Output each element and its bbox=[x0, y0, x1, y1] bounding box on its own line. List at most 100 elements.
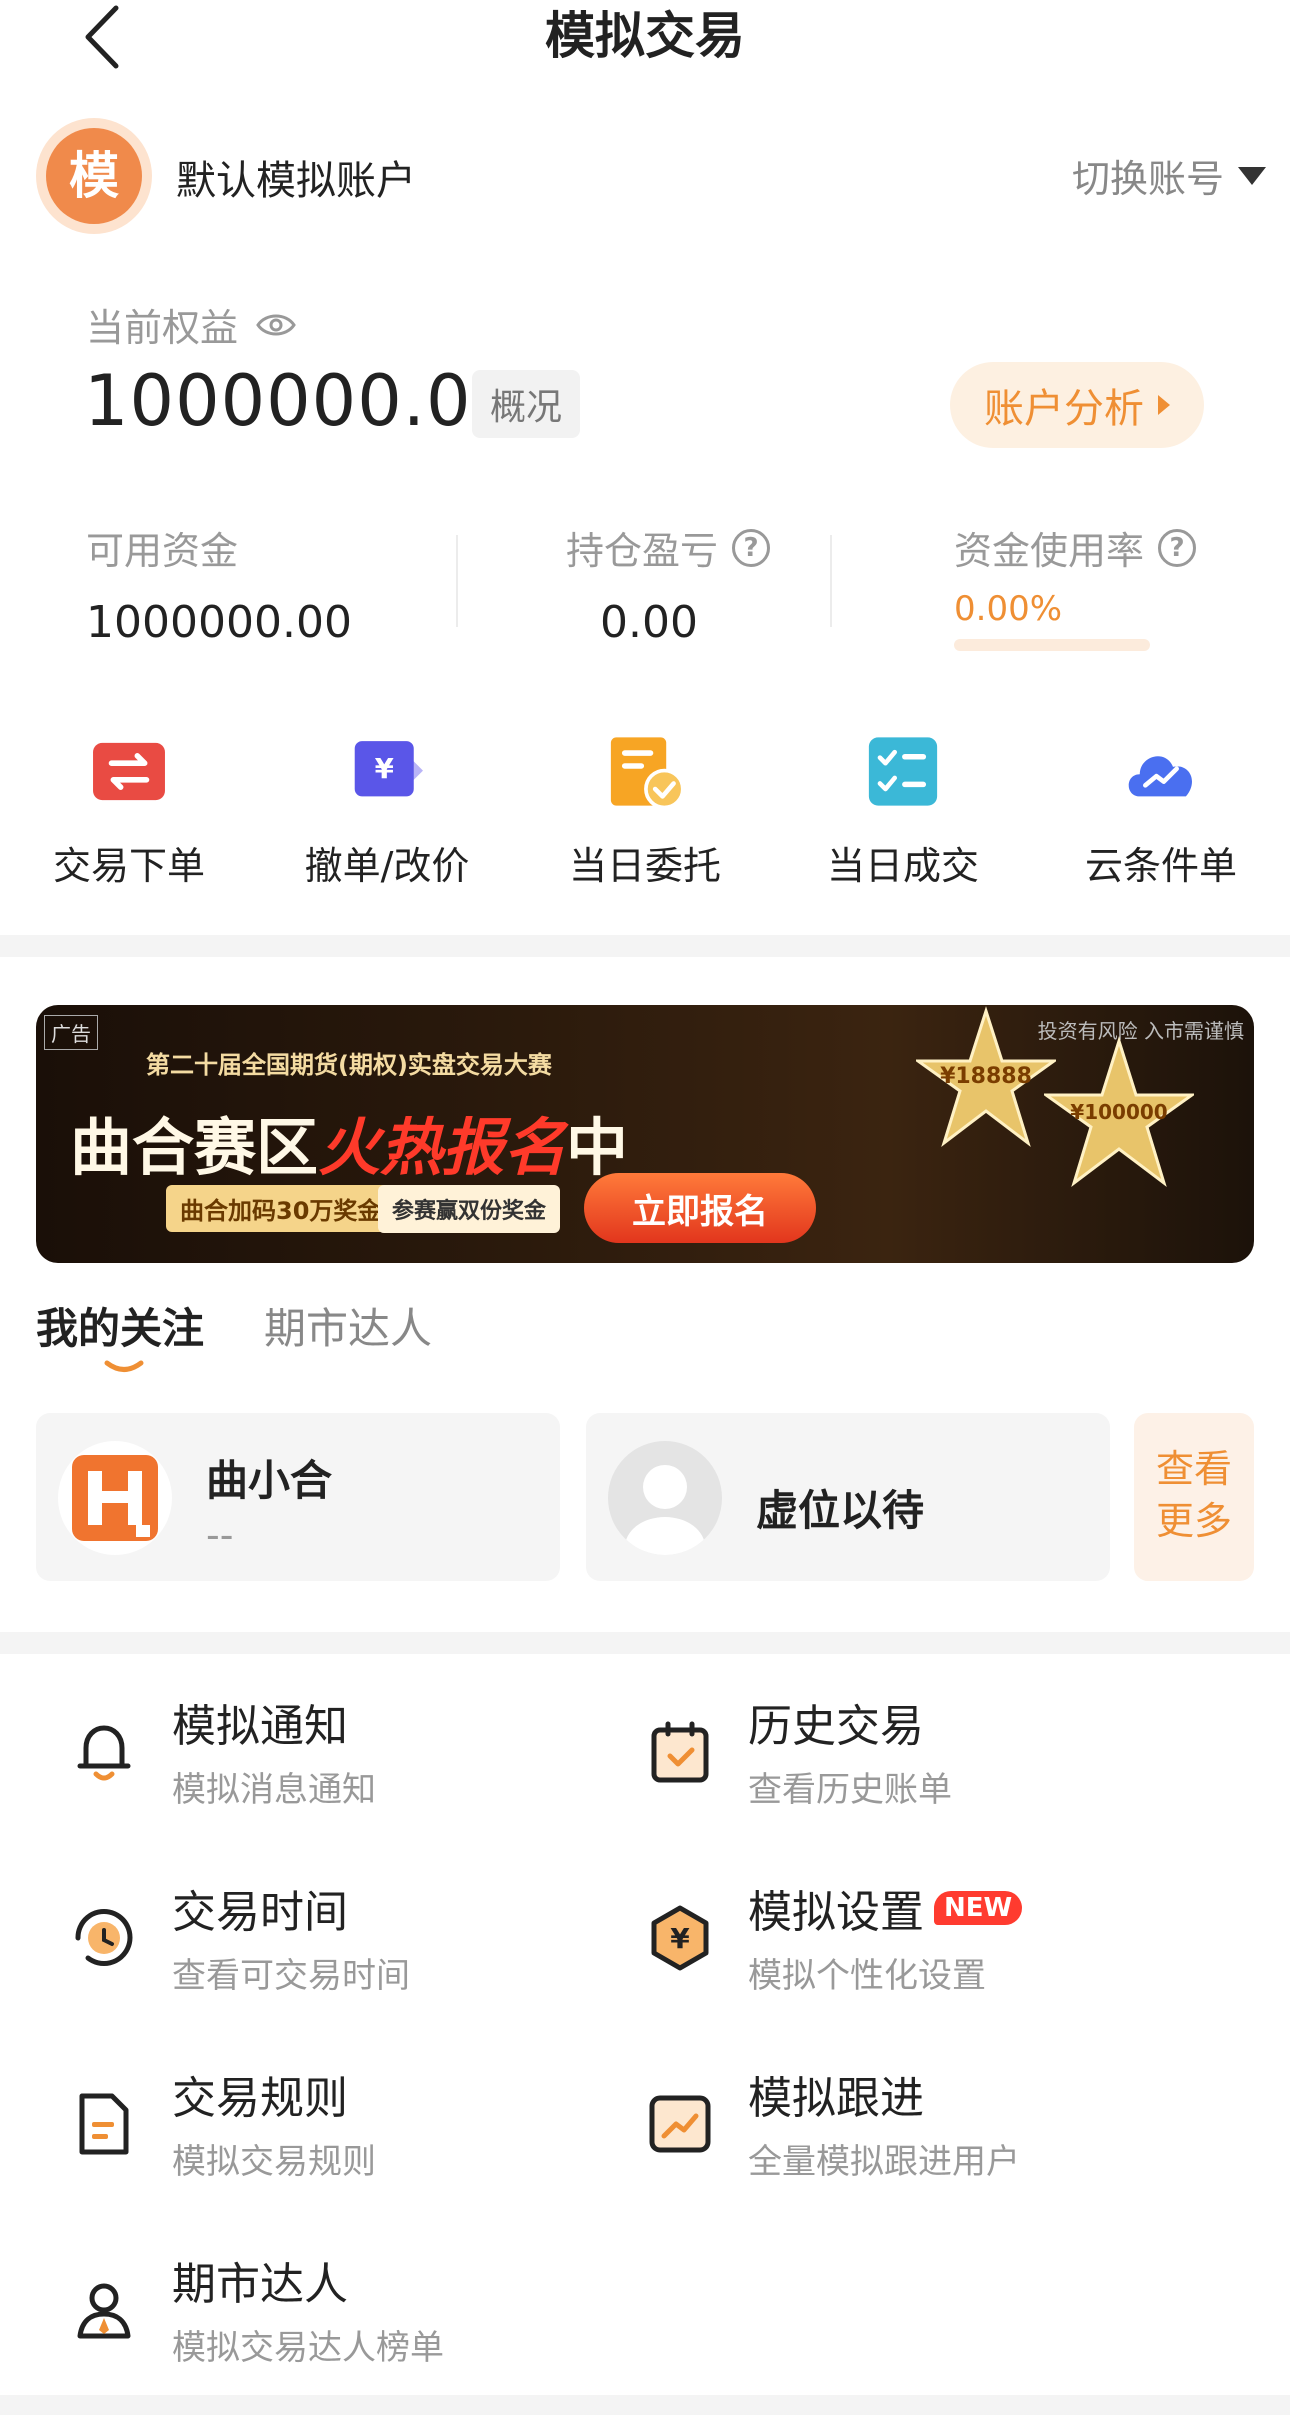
follow-name: 曲小合 bbox=[206, 1456, 333, 1505]
avatar bbox=[608, 1441, 722, 1555]
calendar-check-icon bbox=[651, 1721, 709, 1783]
banner-subtitle: 第二十届全国期货(期权)实盘交易大赛 bbox=[146, 1051, 552, 1079]
stat-available-funds: 可用资金 1000000.00 bbox=[86, 520, 352, 648]
top-bar: 模拟交易 bbox=[0, 0, 1290, 75]
overview-button[interactable]: 概况 bbox=[472, 370, 581, 438]
quick-action-label: 当日成交 bbox=[826, 844, 979, 888]
help-icon[interactable]: ? bbox=[1158, 528, 1197, 567]
headline-part: 火热报名 bbox=[318, 1111, 567, 1184]
menu-title: 交易时间 bbox=[172, 1887, 348, 1938]
quick-action-cloud-condition[interactable]: 云条件单 bbox=[1032, 730, 1290, 890]
menu-trading-rules[interactable]: 交易规则 模拟交易规则 bbox=[68, 2062, 628, 2202]
menu-subtitle: 全量模拟跟进用户 bbox=[748, 2142, 1020, 2182]
bell-icon bbox=[77, 1725, 131, 1781]
bonus-tag: 参赛赢双份奖金 bbox=[378, 1185, 561, 1233]
brand-logo-icon bbox=[72, 1455, 158, 1541]
avatar-char: 模 bbox=[46, 128, 142, 224]
account-name: 默认模拟账户 bbox=[176, 158, 416, 204]
menu-title: 期市达人 bbox=[172, 2259, 348, 2310]
tab-my-follow[interactable]: 我的关注 bbox=[36, 1295, 204, 1356]
stat-fund-usage: 资金使用率 ? 0.00% bbox=[954, 520, 1197, 651]
bonus-tag: 曲合加码30万奖金 bbox=[166, 1185, 396, 1232]
menu-futures-experts[interactable]: 期市达人 模拟交易达人榜单 bbox=[68, 2248, 628, 2388]
promo-banner[interactable]: 广告 投资有风险 入市需谨慎 第二十届全国期货(期权)实盘交易大赛 曲合赛区火热… bbox=[36, 1005, 1254, 1263]
prize-label: ¥18888 bbox=[940, 1064, 1032, 1089]
clock-icon bbox=[75, 1909, 133, 1966]
entrust-doc-icon bbox=[610, 737, 685, 810]
divider bbox=[830, 535, 832, 627]
prize-label: ¥100000 bbox=[1070, 1100, 1167, 1124]
quick-action-daily-entrust[interactable]: 当日委托 bbox=[516, 730, 774, 890]
section-divider bbox=[0, 935, 1290, 957]
quick-action-daily-deal[interactable]: 当日成交 bbox=[774, 730, 1032, 890]
follow-card[interactable]: 虚位以待 bbox=[586, 1413, 1110, 1581]
quick-action-cancel-modify[interactable]: ¥ 撤单/改价 bbox=[258, 730, 516, 890]
menu-title: 模拟设置 bbox=[748, 1887, 924, 1938]
avatar: 模 bbox=[36, 118, 152, 234]
quick-action-trade-order[interactable]: 交易下单 bbox=[0, 730, 258, 890]
view-more-button[interactable]: 查看 更多 bbox=[1134, 1413, 1254, 1581]
svg-text:¥: ¥ bbox=[375, 752, 394, 785]
menu-simulation-follow[interactable]: 模拟跟进 全量模拟跟进用户 bbox=[644, 2062, 1204, 2202]
follow-card[interactable]: 曲小合 -- bbox=[36, 1413, 560, 1581]
trophy-star-icon: ¥100000 bbox=[1044, 1036, 1194, 1187]
menu-title: 模拟跟进 bbox=[748, 2073, 924, 2124]
menu-title: 交易规则 bbox=[172, 2073, 348, 2124]
yuan-hex-icon: ¥ bbox=[651, 1905, 709, 1971]
user-placeholder-icon bbox=[625, 1465, 705, 1555]
account-row: 模 默认模拟账户 切换账号 bbox=[36, 118, 1266, 238]
account-analysis-label: 账户分析 bbox=[984, 386, 1144, 432]
switch-account-button[interactable]: 切换账号 bbox=[1072, 148, 1266, 203]
menu-subtitle: 模拟个性化设置 bbox=[748, 1956, 986, 1996]
banner-headline: 曲合赛区火热报名中 bbox=[70, 1097, 628, 1187]
menu-title-row: 模拟设置 NEW bbox=[748, 1876, 1023, 1940]
menu-subtitle: 模拟消息通知 bbox=[172, 1770, 376, 1810]
quick-action-label: 云条件单 bbox=[1084, 844, 1237, 888]
stat-label: 可用资金 bbox=[86, 529, 239, 573]
help-icon[interactable]: ? bbox=[732, 528, 771, 567]
divider bbox=[456, 535, 458, 627]
stat-label: 持仓盈亏 bbox=[566, 529, 719, 573]
svg-text:¥: ¥ bbox=[670, 1922, 690, 1955]
menu-simulation-settings[interactable]: ¥ 模拟设置 NEW 模拟个性化设置 bbox=[644, 1876, 1204, 2016]
menu-history-trades[interactable]: 历史交易 查看历史账单 bbox=[644, 1690, 1204, 1830]
menu-title: 模拟通知 bbox=[172, 1701, 348, 1752]
menu-subtitle: 模拟交易达人榜单 bbox=[172, 2328, 444, 2368]
page-title: 模拟交易 bbox=[545, 7, 745, 65]
person-icon bbox=[77, 2283, 131, 2339]
eye-icon[interactable] bbox=[256, 311, 296, 339]
signup-button[interactable]: 立即报名 bbox=[584, 1173, 816, 1243]
exchange-icon bbox=[93, 742, 165, 801]
trend-icon bbox=[649, 2095, 711, 2153]
tab-futures-experts[interactable]: 期市达人 bbox=[264, 1295, 432, 1356]
follow-name: 虚位以待 bbox=[756, 1486, 925, 1535]
stat-value: 1000000.00 bbox=[86, 597, 352, 648]
yuan-card-icon: ¥ bbox=[354, 741, 423, 797]
follow-sub: -- bbox=[206, 1513, 234, 1557]
document-icon bbox=[79, 2093, 129, 2155]
headline-part: 曲合赛区 bbox=[70, 1111, 319, 1184]
menu-title: 历史交易 bbox=[748, 1701, 924, 1752]
equity-label: 当前权益 bbox=[86, 306, 239, 350]
usage-progress-bar bbox=[954, 639, 1150, 651]
checklist-icon bbox=[868, 737, 938, 806]
stat-value: 0.00 bbox=[600, 597, 698, 648]
usage-value: 0.00% bbox=[954, 589, 1063, 629]
section-divider bbox=[0, 2395, 1290, 2415]
account-analysis-button[interactable]: 账户分析 bbox=[950, 362, 1204, 448]
ad-tag: 广告 bbox=[44, 1015, 98, 1050]
equity-value: 1000000.00 bbox=[84, 360, 518, 442]
quick-action-label: 当日委托 bbox=[568, 844, 721, 888]
avatar bbox=[58, 1441, 172, 1555]
section-divider bbox=[0, 1632, 1290, 1654]
menu-simulation-notice[interactable]: 模拟通知 模拟消息通知 bbox=[68, 1690, 628, 1830]
follow-tabs: 我的关注 期市达人 bbox=[36, 1295, 432, 1356]
caret-down-icon bbox=[1238, 166, 1266, 185]
stat-position-pnl: 持仓盈亏 ? 0.00 bbox=[566, 520, 771, 648]
equity-label-row: 当前权益 bbox=[86, 297, 296, 352]
menu-subtitle: 模拟交易规则 bbox=[172, 2142, 376, 2182]
menu-trading-hours[interactable]: 交易时间 查看可交易时间 bbox=[68, 1876, 628, 2016]
stat-label: 资金使用率 bbox=[954, 529, 1145, 573]
quick-actions: 交易下单 ¥ 撤单/改价 当日委托 当日成交 云条件单 bbox=[0, 730, 1290, 890]
quick-action-label: 撤单/改价 bbox=[304, 844, 470, 888]
